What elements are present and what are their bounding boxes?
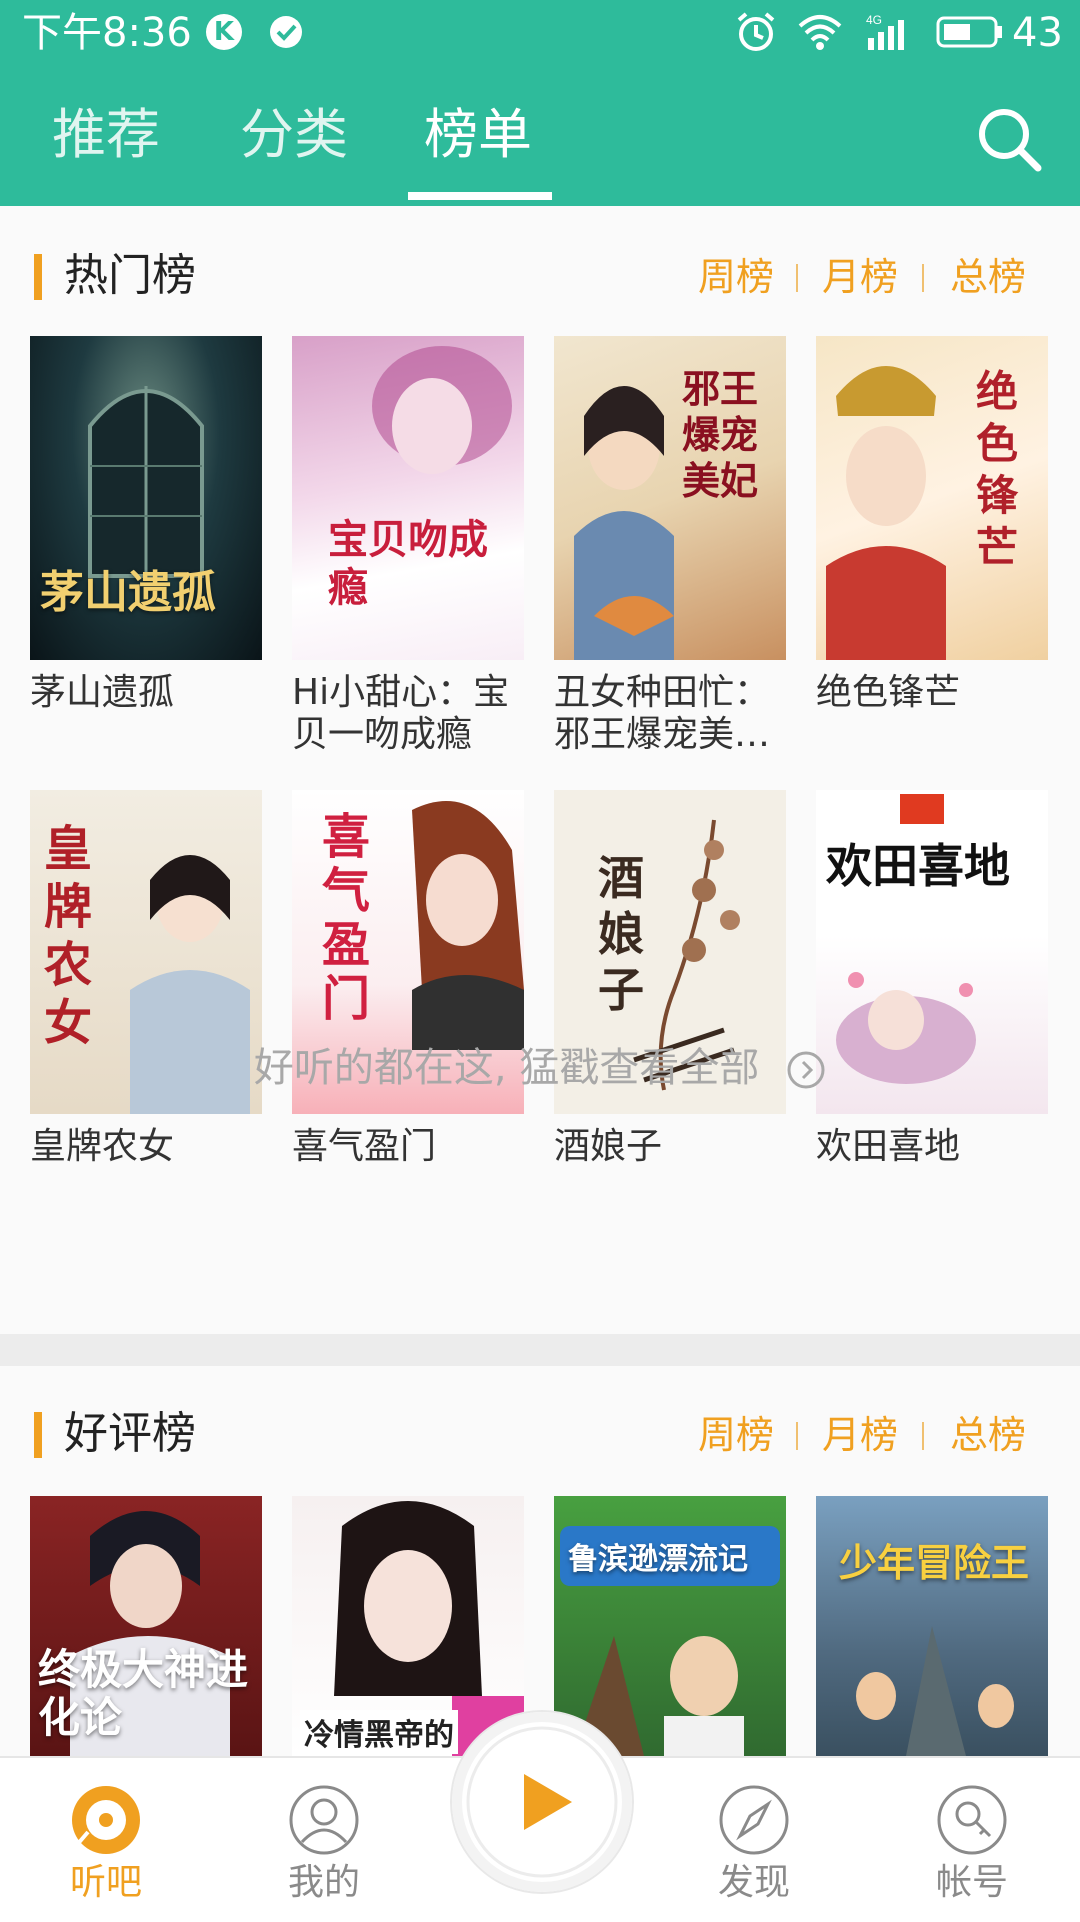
section-divider (0, 1334, 1080, 1366)
search-icon[interactable] (974, 104, 1044, 174)
chevron-right-circle-icon (787, 1051, 825, 1089)
active-tab-indicator (408, 192, 552, 200)
total-rank-link[interactable]: 总榜 (950, 252, 1026, 302)
section-title: 好评榜 (64, 1408, 196, 1459)
cover-title: 邪王爆宠美妃 (682, 367, 759, 503)
app-header: 下午8:36 K 4G 43 推荐 分类 榜单 (0, 0, 1080, 206)
book-cover: 宝贝吻成瘾 (292, 336, 524, 660)
book-cover: 少年冒险王 (816, 1496, 1048, 1756)
tab-category[interactable]: 分类 (240, 90, 348, 206)
section-title: 热门榜 (64, 250, 196, 301)
separator (796, 1422, 798, 1450)
tab-mine[interactable]: 我的 (254, 1758, 394, 1922)
tab-discover[interactable]: 发现 (684, 1758, 824, 1922)
top-nav-tabs: 推荐 分类 榜单 (0, 90, 960, 206)
cover-title: 宝贝吻成瘾 (328, 517, 488, 611)
book-cover: 终极大神进化论 (30, 1496, 262, 1756)
separator (796, 264, 798, 292)
section-header: 热门榜 周榜 月榜 总榜 (0, 206, 1080, 336)
rank-period-links: 周榜 月榜 总榜 (698, 252, 1028, 302)
cover-title: 少年冒险王 (838, 1541, 1029, 1585)
book-title: 绝色锋芒 (816, 672, 961, 713)
cover-title: 绝色锋芒 (976, 367, 1019, 572)
cover-title: 茅山遗孤 (40, 567, 216, 618)
hot-ranking-section: 热门榜 周榜 月榜 总榜 茅山遗孤 茅山遗孤 宝贝吻成瘾 Hi小甜心：宝贝一吻成… (0, 206, 1080, 1334)
tab-recommend[interactable]: 推荐 (52, 90, 160, 206)
book-cover: 绝色锋芒 (816, 336, 1048, 660)
book-title: 喜气盈门 (292, 1126, 437, 1167)
book-title: 茅山遗孤 (30, 672, 175, 713)
tab-label: 听吧 (69, 1862, 142, 1903)
separator (922, 1422, 924, 1450)
cover-title: 终极大神进化论 (38, 1645, 249, 1742)
monthly-rank-link[interactable]: 月榜 (822, 252, 898, 302)
weekly-rank-link[interactable]: 周榜 (698, 252, 774, 302)
status-time: 下午8:36 (22, 10, 192, 56)
section-accent-bar (34, 1412, 42, 1458)
compass-icon (719, 1785, 789, 1855)
see-all-label: 好听的都在这, 猛戳查看全部 (253, 1045, 760, 1091)
status-bar: 下午8:36 K 4G 43 (0, 0, 1080, 66)
cover-title: 鲁滨逊漂流记 (568, 1542, 748, 1577)
play-icon (466, 1726, 618, 1878)
cover-title: 皇牌农女 (44, 821, 93, 1051)
book-title: 欢田喜地 (816, 1126, 961, 1167)
battery-level: 43 (1012, 10, 1063, 56)
tab-listen[interactable]: 听吧 (36, 1758, 176, 1922)
total-rank-link[interactable]: 总榜 (950, 1410, 1026, 1460)
tab-label: 发现 (717, 1862, 790, 1903)
book-title: Hi小甜心：宝贝一吻成瘾 (292, 672, 510, 755)
book-title: 酒娘子 (554, 1126, 663, 1167)
network-type-label: 4G (866, 13, 882, 27)
signal-icon: 4G (864, 12, 916, 52)
play-button[interactable] (452, 1712, 632, 1892)
rank-period-links: 周榜 月榜 总榜 (698, 1410, 1028, 1460)
cover-title: 冷情黑帝的 (300, 1710, 458, 1754)
disc-icon (72, 1786, 140, 1854)
book-title: 皇牌农女 (30, 1126, 175, 1167)
tab-label: 帐号 (935, 1862, 1008, 1903)
good-reviews-section: 好评榜 周榜 月榜 总榜 终极大神进化论 冷情黑帝的 鲁滨逊漂流记 少年冒险王 (0, 1366, 1080, 1766)
weekly-rank-link[interactable]: 周榜 (698, 1410, 774, 1460)
tab-account[interactable]: 帐号 (902, 1758, 1042, 1922)
cover-title: 欢田喜地 (826, 839, 1010, 893)
see-all-link[interactable]: 好听的都在这, 猛戳查看全部 (0, 1040, 1080, 1096)
separator (922, 264, 924, 292)
cover-title: 酒娘子 (598, 851, 644, 1017)
key-icon (937, 1785, 1007, 1855)
cover-title: 喜气盈门 (322, 809, 371, 1027)
book-title: 丑女种田忙：邪王爆宠美… (554, 672, 771, 755)
tab-label: 我的 (287, 1862, 360, 1903)
section-header: 好评榜 周榜 月榜 总榜 (0, 1366, 1080, 1496)
check-circle-icon (270, 16, 302, 48)
book-cover: 邪王爆宠美妃 (554, 336, 786, 660)
section-accent-bar (34, 254, 42, 300)
alarm-icon (737, 12, 775, 51)
user-icon (289, 1785, 359, 1855)
monthly-rank-link[interactable]: 月榜 (822, 1410, 898, 1460)
wifi-icon (798, 15, 842, 50)
k-app-icon: K (206, 14, 242, 50)
tab-rankings[interactable]: 榜单 (424, 90, 532, 206)
battery-icon (936, 16, 1002, 48)
book-cover: 茅山遗孤 (30, 336, 262, 660)
